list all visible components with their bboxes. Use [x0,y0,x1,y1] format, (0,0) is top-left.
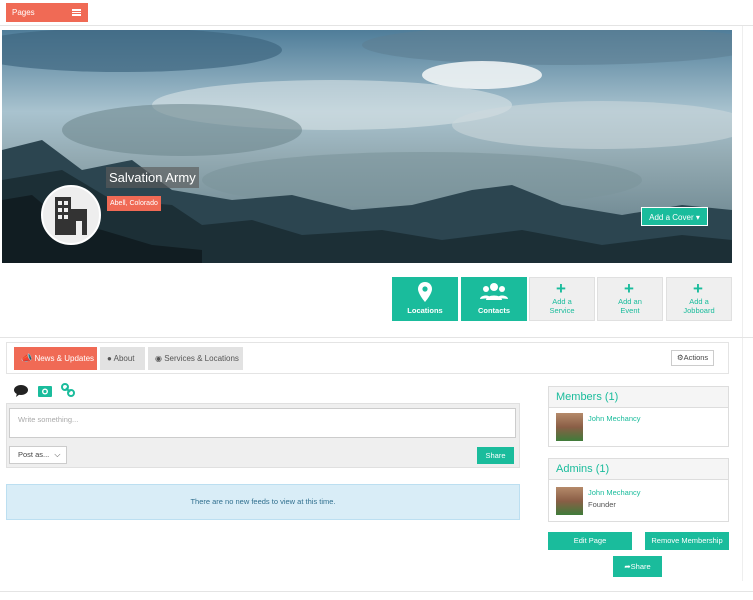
cover-landscape [2,30,732,263]
actions-label: Actions [683,353,709,362]
plus-icon: + [693,279,703,298]
add-event-label-2: Event [620,306,640,315]
add-jobboard-label-1: Add a [689,297,709,306]
add-cover-button[interactable]: Add a Cover ▾ [641,207,708,226]
footer-divider [0,591,753,592]
pages-menu-button[interactable]: Pages [6,3,88,22]
add-jobboard-tile[interactable]: + Add a Jobboard [666,277,732,321]
cover-photo: Salvation Army Abell, Colorado Add a Cov… [2,30,732,263]
add-event-tile[interactable]: + Add an Event [597,277,663,321]
right-divider [742,26,743,581]
add-service-label-1: Add a [552,297,572,306]
add-service-tile[interactable]: + Add a Service [529,277,595,321]
contacts-tile[interactable]: Contacts [461,277,527,321]
comment-icon[interactable] [14,385,28,397]
members-title: Members (1) [549,387,728,408]
page-title: Salvation Army [106,167,199,188]
admins-title: Admins (1) [549,459,728,480]
plus-icon: + [624,279,634,298]
section-divider [0,337,753,338]
actions-button[interactable]: ⚙Actions [671,350,714,366]
post-share-button[interactable]: Share [477,447,514,464]
member-avatar[interactable] [556,413,583,441]
add-jobboard-label-2: Jobboard [683,306,715,315]
tab-about-label: About [113,354,135,363]
globe-icon: ◉ [155,354,162,363]
admin-role: Founder [588,500,616,509]
plus-icon: + [556,279,566,298]
contacts-label: Contacts [477,306,511,315]
top-bar: Pages [0,0,753,26]
tab-news-label: News & Updates [34,354,95,363]
tab-news-updates[interactable]: 📣 News & Updates [14,347,97,370]
pages-label: Pages [12,8,35,17]
locations-label: Locations [407,306,443,315]
add-service-label-2: Service [549,306,575,315]
edit-page-button[interactable]: Edit Page [548,532,632,550]
map-marker-icon [418,282,432,302]
bullhorn-icon: 📣 [21,353,33,363]
admin-name-link[interactable]: John Mechancy [588,488,641,497]
status-textarea[interactable]: Write something... [9,408,516,438]
page-location-badge: Abell, Colorado [107,196,161,211]
tab-services-locations[interactable]: ◉ Services & Locations [148,347,243,370]
share-page-label: Share [630,562,651,571]
camera-icon[interactable] [38,384,52,397]
post-as-label: Post as... [18,450,50,459]
remove-membership-button[interactable]: Remove Membership [645,532,729,550]
link-icon[interactable] [61,383,75,397]
tab-services-label: Services & Locations [164,354,239,363]
hamburger-icon [72,9,81,16]
locations-tile[interactable]: Locations [392,277,458,321]
admins-panel: Admins (1) John Mechancy Founder [548,458,729,522]
gears-icon: ⚙ [676,353,684,362]
users-icon [480,283,508,300]
share-page-button[interactable]: ➦Share [613,556,662,577]
tab-about[interactable]: ● About [100,347,145,370]
add-event-label-1: Add an [618,297,642,306]
user-icon: ● [107,354,112,363]
members-panel: Members (1) John Mechancy [548,386,729,447]
building-icon [55,197,87,235]
post-as-dropdown[interactable]: Post as... ⌵ [9,446,67,464]
page-avatar[interactable] [41,185,101,245]
empty-feed-alert: There are no new feeds to view at this t… [6,484,520,520]
member-name-link[interactable]: John Mechancy [588,414,641,423]
chevron-down-icon: ⌵ [54,450,61,459]
admin-avatar[interactable] [556,487,583,515]
